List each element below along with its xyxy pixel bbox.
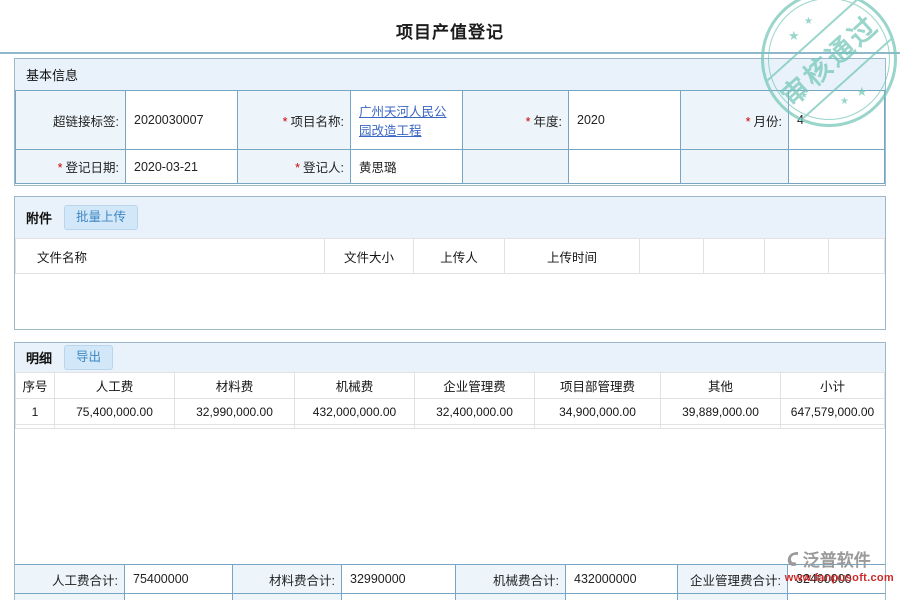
required-mark: *	[746, 115, 751, 129]
empty-value-cell	[569, 150, 681, 184]
month-value: 4	[789, 91, 885, 150]
basic-info-section: 基本信息 超链接标签: 2020030007 *项目名称: 广州天河人民公园改造…	[14, 58, 886, 186]
col-empty	[640, 239, 704, 274]
col-empty	[704, 239, 765, 274]
details-section: 明细 导出 序号 人工费 材料费 机械费 企业管理费 项目部管理费 其他 小计 …	[14, 342, 886, 600]
material-total-value: 32990000	[342, 565, 456, 594]
col-project-dept-mgmt-fee: 项目部管理费	[535, 373, 661, 399]
management-total-label: 企业管理费合计:	[678, 565, 788, 594]
col-other: 其他	[661, 373, 781, 399]
required-mark: *	[526, 115, 531, 129]
year-label: *年度:	[463, 91, 569, 150]
empty-detail-row	[16, 425, 885, 429]
register-date-label: *登记日期:	[16, 150, 126, 184]
project-name-value: 广州天河人民公园改造工程	[351, 91, 463, 150]
empty-label-cell	[233, 594, 342, 600]
month-label: *月份:	[681, 91, 789, 150]
empty-value-cell	[788, 594, 886, 600]
required-mark: *	[283, 115, 288, 129]
hyperlink-value: 2020030007	[126, 91, 238, 150]
empty-label-cell	[15, 594, 125, 600]
project-name-link[interactable]: 广州天河人民公园改造工程	[359, 105, 447, 138]
col-file-size: 文件大小	[325, 239, 414, 274]
required-mark: *	[295, 161, 300, 175]
col-seq: 序号	[16, 373, 55, 399]
col-upload-time: 上传时间	[505, 239, 640, 274]
cell-machinery-cost: 432,000,000.00	[295, 399, 415, 425]
register-date-value: 2020-03-21	[126, 150, 238, 184]
labor-total-label: 人工费合计:	[15, 565, 125, 594]
project-name-label: *项目名称:	[238, 91, 351, 150]
col-empty	[829, 239, 885, 274]
cell-seq: 1	[16, 399, 55, 425]
attachments-section: 附件 批量上传 文件名称 文件大小 上传人 上传时间	[14, 196, 886, 330]
col-material-cost: 材料费	[175, 373, 295, 399]
cell-other: 39,889,000.00	[661, 399, 781, 425]
col-subtotal: 小计	[781, 373, 885, 399]
batch-upload-button[interactable]: 批量上传	[64, 205, 138, 229]
year-value: 2020	[569, 91, 681, 150]
registrant-label: *登记人:	[238, 150, 351, 184]
cell-enterprise-mgmt-fee: 32,400,000.00	[415, 399, 535, 425]
material-total-label: 材料费合计:	[233, 565, 342, 594]
basic-info-table: 超链接标签: 2020030007 *项目名称: 广州天河人民公园改造工程 *年…	[15, 90, 885, 184]
required-mark: *	[58, 161, 63, 175]
hyperlink-label: 超链接标签:	[16, 91, 126, 150]
col-uploader: 上传人	[414, 239, 505, 274]
details-title: 明细	[26, 348, 52, 367]
empty-value-cell	[125, 594, 233, 600]
basic-info-header: 基本信息	[15, 59, 885, 90]
attachments-table: 文件名称 文件大小 上传人 上传时间	[15, 238, 885, 274]
empty-label-cell	[678, 594, 788, 600]
labor-total-value: 75400000	[125, 565, 233, 594]
empty-label-cell	[463, 150, 569, 184]
empty-label-cell	[456, 594, 566, 600]
empty-value-cell	[566, 594, 678, 600]
col-enterprise-mgmt-fee: 企业管理费	[415, 373, 535, 399]
details-table: 序号 人工费 材料费 机械费 企业管理费 项目部管理费 其他 小计 1 75,4…	[15, 372, 885, 429]
empty-value-cell	[342, 594, 456, 600]
cell-material-cost: 32,990,000.00	[175, 399, 295, 425]
empty-label-cell	[681, 150, 789, 184]
details-header: 明细 导出	[15, 343, 885, 372]
col-empty	[765, 239, 829, 274]
detail-row: 1 75,400,000.00 32,990,000.00 432,000,00…	[16, 399, 885, 425]
cell-labor-cost: 75,400,000.00	[55, 399, 175, 425]
export-button[interactable]: 导出	[64, 345, 113, 369]
col-file-name: 文件名称	[16, 239, 325, 274]
cell-subtotal: 647,579,000.00	[781, 399, 885, 425]
management-total-value: 32400000	[788, 565, 886, 594]
machinery-total-value: 432000000	[566, 565, 678, 594]
empty-value-cell	[789, 150, 885, 184]
machinery-total-label: 机械费合计:	[456, 565, 566, 594]
registrant-value: 黄思璐	[351, 150, 463, 184]
attachments-header: 附件 批量上传	[15, 197, 885, 238]
page-title: 项目产值登记	[0, 18, 900, 43]
basic-info-title: 基本信息	[26, 65, 78, 84]
col-labor-cost: 人工费	[55, 373, 175, 399]
attachments-title: 附件	[26, 208, 52, 227]
title-divider	[0, 52, 900, 54]
col-machinery-cost: 机械费	[295, 373, 415, 399]
totals-table: 人工费合计: 75400000 材料费合计: 32990000 机械费合计: 4…	[14, 564, 886, 600]
cell-project-dept-mgmt-fee: 34,900,000.00	[535, 399, 661, 425]
